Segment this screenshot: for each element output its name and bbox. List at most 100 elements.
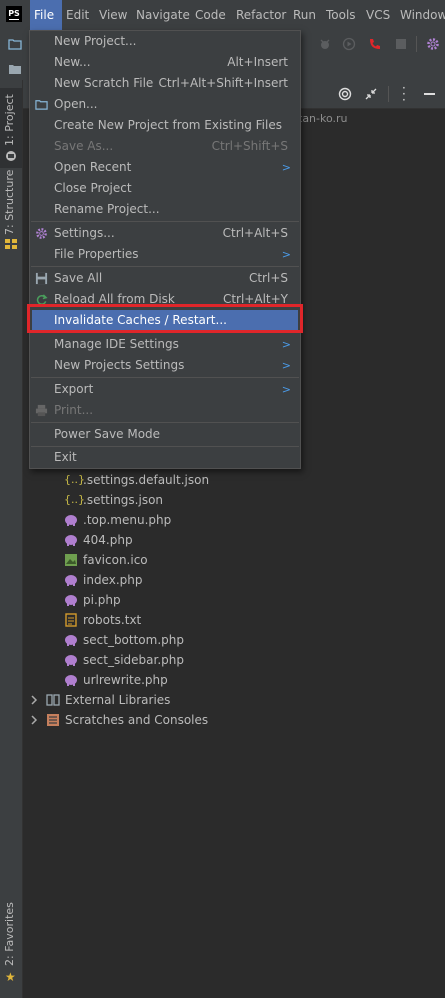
- tab-project-label: 1: Project: [3, 94, 16, 146]
- tree-root-external-libraries[interactable]: External Libraries: [46, 690, 170, 710]
- stop-icon[interactable]: [394, 37, 408, 51]
- tree-item[interactable]: pi.php: [64, 590, 121, 610]
- hide-panel-icon[interactable]: [424, 93, 435, 95]
- tree-item[interactable]: {..} .settings.json: [64, 490, 163, 510]
- menu-item-settings[interactable]: Settings... Ctrl+Alt+S: [30, 223, 300, 244]
- scratches-icon: [47, 714, 59, 726]
- phpstorm-logo-icon: PS: [6, 6, 22, 22]
- menu-item-new-projects-settings[interactable]: New Projects Settings >: [30, 355, 300, 376]
- tab-favorites-label: 2: Favorites: [3, 902, 16, 966]
- menu-item-new[interactable]: New... Alt+Insert: [30, 52, 300, 73]
- submenu-arrow-icon: >: [281, 248, 291, 261]
- project-path-text: tan-ko.ru: [298, 112, 348, 125]
- menu-file[interactable]: File: [30, 0, 62, 30]
- image-icon: [65, 554, 77, 566]
- menu-item-new-project[interactable]: New Project...: [30, 31, 300, 52]
- tree-item-label: sect_sidebar.php: [83, 653, 184, 667]
- expand-arrow-icon[interactable]: [30, 695, 38, 705]
- menu-item-create-from-existing[interactable]: Create New Project from Existing Files: [30, 115, 300, 136]
- menu-item-power-save-mode[interactable]: Power Save Mode: [30, 424, 300, 445]
- menu-vcs[interactable]: VCS: [366, 0, 390, 30]
- menu-item-rename-project[interactable]: Rename Project...: [30, 199, 300, 220]
- tree-item-label: sect_bottom.php: [83, 633, 184, 647]
- tree-item[interactable]: sect_sidebar.php: [64, 650, 184, 670]
- run-coverage-icon[interactable]: [342, 37, 356, 51]
- tree-item[interactable]: 404.php: [64, 530, 133, 550]
- menu-item-file-properties[interactable]: File Properties >: [30, 244, 300, 265]
- locate-target-icon[interactable]: [338, 87, 352, 101]
- menu-separator: [31, 221, 299, 222]
- php-icon: [65, 575, 77, 586]
- printer-icon: [35, 404, 48, 417]
- tree-item[interactable]: sect_bottom.php: [64, 630, 184, 650]
- menu-item-manage-ide-settings[interactable]: Manage IDE Settings >: [30, 334, 300, 355]
- file-menu-dropdown: New Project... New... Alt+Insert New Scra…: [29, 30, 301, 469]
- highlight-annotation-box: [27, 304, 303, 333]
- menu-window[interactable]: Window: [400, 0, 445, 30]
- tree-item[interactable]: favicon.ico: [64, 550, 148, 570]
- more-options-icon[interactable]: · · ·: [402, 82, 406, 106]
- menu-refactor[interactable]: Refactor: [236, 0, 286, 30]
- php-icon: [65, 595, 77, 606]
- gear-icon: [36, 228, 47, 239]
- php-icon: [65, 535, 77, 546]
- star-icon: ★: [5, 970, 16, 984]
- menu-bar: PS File Edit View Navigate Code Refactor…: [0, 0, 445, 30]
- settings-gear-icon[interactable]: [426, 37, 440, 51]
- php-icon: [65, 655, 77, 666]
- structure-icon: [5, 239, 17, 249]
- submenu-arrow-icon: >: [281, 161, 291, 174]
- menu-item-close-project[interactable]: Close Project: [30, 178, 300, 199]
- tree-item-label: urlrewrite.php: [83, 673, 168, 687]
- menu-item-new-scratch-file[interactable]: New Scratch File Ctrl+Alt+Shift+Insert: [30, 73, 300, 94]
- menu-navigate[interactable]: Navigate: [136, 0, 190, 30]
- submenu-arrow-icon: >: [281, 383, 291, 396]
- debug-icon[interactable]: [318, 37, 332, 51]
- menu-item-print[interactable]: Print...: [30, 400, 300, 421]
- collapse-all-icon[interactable]: [364, 87, 378, 101]
- open-folder-icon[interactable]: [8, 37, 22, 51]
- tree-item[interactable]: index.php: [64, 570, 142, 590]
- tree-item-label: 404.php: [83, 533, 133, 547]
- text-file-icon: [65, 613, 77, 627]
- phone-listen-icon[interactable]: [368, 37, 382, 51]
- folder-icon: [35, 100, 48, 110]
- menu-tools[interactable]: Tools: [326, 0, 356, 30]
- tree-item-label: .settings.default.json: [83, 473, 210, 487]
- menu-edit[interactable]: Edit: [66, 0, 89, 30]
- tab-structure[interactable]: 7: Structure: [0, 170, 22, 255]
- submenu-arrow-icon: >: [281, 359, 291, 372]
- tree-item[interactable]: .top.menu.php: [64, 510, 171, 530]
- tree-item-label: favicon.ico: [83, 553, 148, 567]
- menu-item-export[interactable]: Export >: [30, 379, 300, 400]
- tree-item-label: index.php: [83, 573, 143, 587]
- tree-item-label: pi.php: [83, 593, 121, 607]
- menu-separator: [31, 266, 299, 267]
- save-icon: [35, 272, 48, 285]
- menu-code[interactable]: Code: [195, 0, 226, 30]
- tree-item-label: Scratches and Consoles: [65, 713, 209, 727]
- tree-item-label: .settings.json: [83, 493, 164, 507]
- tree-item-label: External Libraries: [65, 693, 171, 707]
- menu-run[interactable]: Run: [293, 0, 316, 30]
- tab-favorites[interactable]: 2: Favorites ★: [0, 902, 22, 988]
- tree-root-scratches[interactable]: Scratches and Consoles: [46, 710, 208, 730]
- tab-structure-label: 7: Structure: [3, 169, 16, 235]
- folder-icon[interactable]: [8, 62, 22, 76]
- tree-item-label: .top.menu.php: [83, 513, 172, 527]
- menu-item-exit[interactable]: Exit: [30, 447, 300, 468]
- tree-item[interactable]: urlrewrite.php: [64, 670, 168, 690]
- tab-project[interactable]: 1: Project: [0, 88, 22, 168]
- libraries-icon: [46, 694, 60, 706]
- tree-item-label: robots.txt: [83, 613, 142, 627]
- menu-item-save-all[interactable]: Save All Ctrl+S: [30, 268, 300, 289]
- tree-item[interactable]: {..} .settings.default.json: [64, 470, 209, 490]
- menu-item-save-as[interactable]: Save As... Ctrl+Shift+S: [30, 136, 300, 157]
- menu-view[interactable]: View: [99, 0, 127, 30]
- menu-item-open-recent[interactable]: Open Recent >: [30, 157, 300, 178]
- left-tool-window-stripe: 1: Project 7: Structure 2: Favorites ★: [0, 80, 23, 998]
- php-icon: [65, 515, 77, 526]
- menu-item-open[interactable]: Open...: [30, 94, 300, 115]
- tree-item[interactable]: robots.txt: [64, 610, 141, 630]
- expand-arrow-icon[interactable]: [30, 715, 38, 725]
